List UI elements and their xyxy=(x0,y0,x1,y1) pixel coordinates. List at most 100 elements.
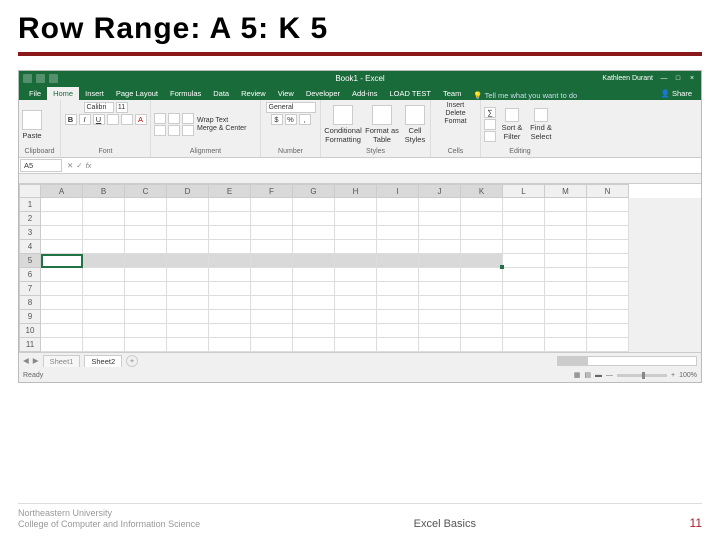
align-center-button[interactable] xyxy=(168,125,180,136)
cell[interactable] xyxy=(419,310,461,324)
cell-styles-button[interactable]: Cell Styles xyxy=(402,105,428,144)
sort-filter-button[interactable]: Sort & Filter xyxy=(499,108,525,141)
sheet-tab-1[interactable]: Sheet1 xyxy=(43,355,81,367)
fx-icon[interactable]: fx xyxy=(86,161,92,170)
cell[interactable] xyxy=(461,310,503,324)
align-middle-button[interactable] xyxy=(168,113,180,124)
cell[interactable] xyxy=(503,226,545,240)
cell[interactable] xyxy=(587,226,629,240)
column-header[interactable]: K xyxy=(461,184,503,198)
cell[interactable] xyxy=(83,282,125,296)
cell[interactable] xyxy=(125,324,167,338)
add-sheet-button[interactable]: + xyxy=(126,355,138,367)
tell-me-box[interactable]: 💡 Tell me what you want to do xyxy=(467,91,655,100)
cell[interactable] xyxy=(335,268,377,282)
cell[interactable] xyxy=(209,268,251,282)
paste-button[interactable]: Paste xyxy=(22,110,42,140)
cell[interactable] xyxy=(419,254,461,268)
cell[interactable] xyxy=(503,324,545,338)
cell[interactable] xyxy=(461,296,503,310)
cell[interactable] xyxy=(335,198,377,212)
cell[interactable] xyxy=(335,240,377,254)
cell[interactable] xyxy=(419,268,461,282)
cell[interactable] xyxy=(251,198,293,212)
cell[interactable] xyxy=(461,198,503,212)
cell[interactable] xyxy=(335,338,377,352)
column-header[interactable]: N xyxy=(587,184,629,198)
cell[interactable] xyxy=(587,212,629,226)
comma-button[interactable]: , xyxy=(299,114,311,125)
cell[interactable] xyxy=(545,212,587,226)
cell[interactable] xyxy=(167,226,209,240)
cell[interactable] xyxy=(41,226,83,240)
cell[interactable] xyxy=(83,240,125,254)
column-header[interactable]: J xyxy=(419,184,461,198)
cell[interactable] xyxy=(125,296,167,310)
cell[interactable] xyxy=(377,198,419,212)
cell[interactable] xyxy=(125,240,167,254)
cell[interactable] xyxy=(503,254,545,268)
cell[interactable] xyxy=(83,338,125,352)
cell[interactable] xyxy=(83,324,125,338)
cell[interactable] xyxy=(377,240,419,254)
zoom-level[interactable]: 100% xyxy=(679,372,697,379)
cell[interactable] xyxy=(335,226,377,240)
tab-load-test[interactable]: LOAD TEST xyxy=(383,87,437,100)
format-cells-button[interactable]: Format xyxy=(444,118,466,125)
cell[interactable] xyxy=(83,296,125,310)
cell[interactable] xyxy=(461,254,503,268)
zoom-out-button[interactable]: — xyxy=(606,372,613,379)
cell[interactable] xyxy=(293,226,335,240)
column-header[interactable]: F xyxy=(251,184,293,198)
cell[interactable] xyxy=(251,310,293,324)
cell[interactable] xyxy=(587,296,629,310)
cell[interactable] xyxy=(461,240,503,254)
cell[interactable] xyxy=(503,212,545,226)
cell[interactable] xyxy=(419,240,461,254)
cell[interactable] xyxy=(461,338,503,352)
cell[interactable] xyxy=(545,254,587,268)
cell[interactable] xyxy=(461,268,503,282)
cell[interactable] xyxy=(461,212,503,226)
row-header[interactable]: 4 xyxy=(19,240,41,254)
cell[interactable] xyxy=(83,226,125,240)
cell[interactable] xyxy=(167,254,209,268)
cell[interactable] xyxy=(335,324,377,338)
redo-icon[interactable] xyxy=(49,74,58,83)
cell[interactable] xyxy=(503,268,545,282)
zoom-slider[interactable] xyxy=(617,374,667,377)
bold-button[interactable]: B xyxy=(65,114,77,125)
cell[interactable] xyxy=(377,226,419,240)
cell[interactable] xyxy=(419,324,461,338)
tab-file[interactable]: File xyxy=(23,87,47,100)
cell[interactable] xyxy=(461,282,503,296)
cell[interactable] xyxy=(41,254,83,268)
insert-cells-button[interactable]: Insert xyxy=(447,102,465,109)
align-left-button[interactable] xyxy=(154,125,166,136)
cell[interactable] xyxy=(251,338,293,352)
cell[interactable] xyxy=(335,282,377,296)
close-button[interactable]: × xyxy=(687,75,697,82)
cell[interactable] xyxy=(587,240,629,254)
zoom-in-button[interactable]: + xyxy=(671,372,675,379)
font-size-box[interactable]: 11 xyxy=(116,102,128,113)
column-header[interactable]: G xyxy=(293,184,335,198)
cell[interactable] xyxy=(251,240,293,254)
tab-addins[interactable]: Add-ins xyxy=(346,87,383,100)
cell[interactable] xyxy=(41,212,83,226)
cell[interactable] xyxy=(167,324,209,338)
row-header[interactable]: 6 xyxy=(19,268,41,282)
cell[interactable] xyxy=(167,212,209,226)
tab-data[interactable]: Data xyxy=(207,87,235,100)
find-select-button[interactable]: Find & Select xyxy=(528,108,554,141)
minimize-button[interactable]: — xyxy=(659,75,669,82)
cell[interactable] xyxy=(83,254,125,268)
conditional-formatting-button[interactable]: Conditional Formatting xyxy=(324,105,362,144)
cell[interactable] xyxy=(545,240,587,254)
cell[interactable] xyxy=(587,198,629,212)
cell[interactable] xyxy=(209,338,251,352)
cell[interactable] xyxy=(209,310,251,324)
row-header[interactable]: 5 xyxy=(19,254,41,268)
row-header[interactable]: 8 xyxy=(19,296,41,310)
format-as-table-button[interactable]: Format as Table xyxy=(365,105,399,144)
